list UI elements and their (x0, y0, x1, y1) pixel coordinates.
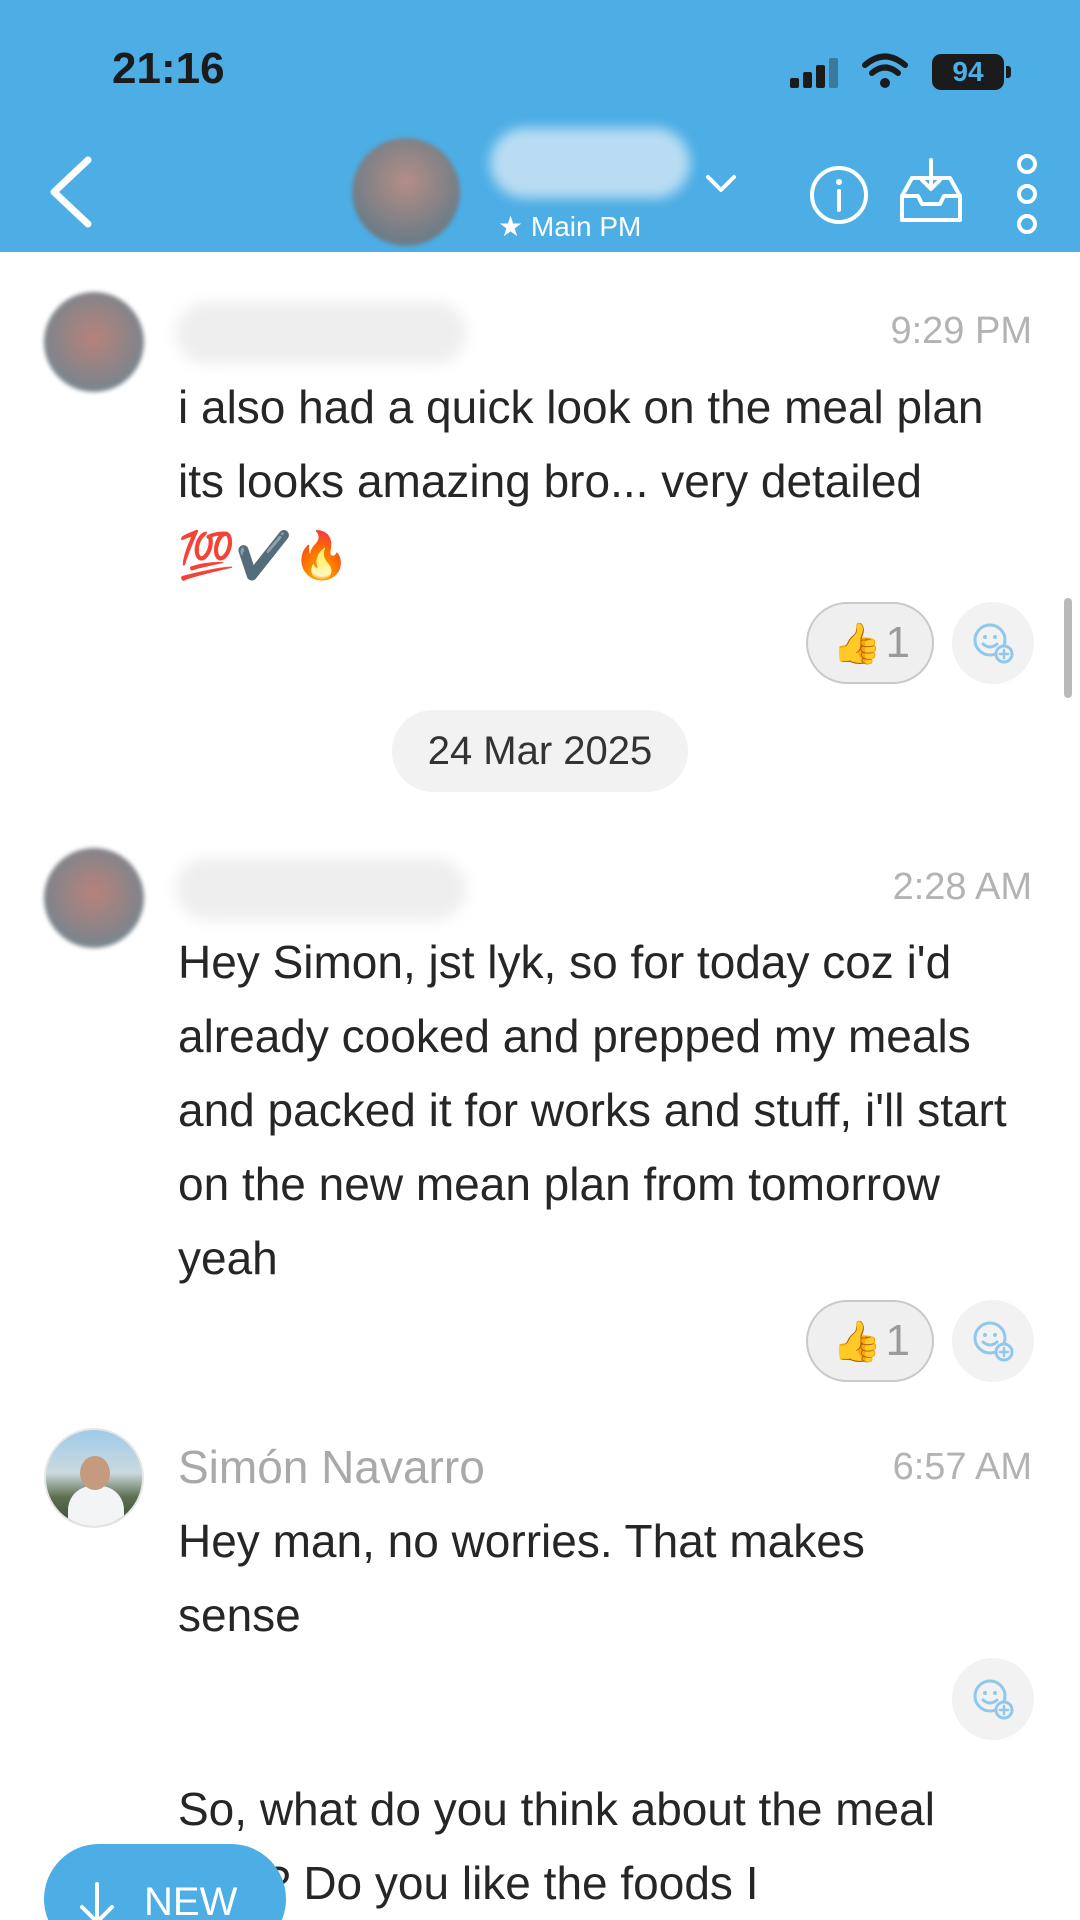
message-text: So, what do you think about the meal pla… (178, 1783, 935, 1909)
avatar-photo-face (80, 1456, 110, 1490)
sender-name-redacted (176, 858, 466, 920)
status-time: 21:16 (112, 44, 225, 93)
chat-header: 21:16 94 ★ Main PM (0, 0, 1080, 252)
reaction-count: 1 (885, 1316, 910, 1365)
message-text: Hey Simon, jst lyk, so for today coz i'd… (178, 936, 1007, 1284)
add-reaction-icon (973, 623, 1014, 664)
add-reaction-button[interactable] (952, 1658, 1034, 1740)
contact-avatar[interactable] (352, 138, 460, 246)
reaction-count: 1 (885, 618, 910, 667)
add-reaction-icon (973, 1321, 1014, 1362)
more-options-icon[interactable] (1012, 152, 1042, 236)
battery-indicator: 94 (932, 54, 1011, 90)
reaction-chip[interactable]: 👍 1 (806, 602, 934, 684)
sender-avatar[interactable] (44, 848, 144, 948)
thumbs-up-icon: 👍 (832, 622, 882, 666)
inbox-download-icon[interactable] (896, 158, 966, 228)
avatar-photo-shirt (68, 1486, 124, 1526)
arrow-down-icon (80, 1882, 114, 1920)
reaction-chip[interactable]: 👍 1 (806, 1300, 934, 1382)
new-messages-label: NEW (144, 1880, 238, 1920)
add-reaction-button[interactable] (952, 1300, 1034, 1382)
add-reaction-button[interactable] (952, 602, 1034, 684)
coach-avatar[interactable] (44, 1428, 144, 1528)
message-time: 2:28 AM (892, 866, 1032, 908)
message-time: 9:29 PM (890, 310, 1032, 352)
contact-name-redacted[interactable] (490, 128, 690, 198)
sender-avatar[interactable] (44, 292, 144, 392)
message-text: i also had a quick look on the meal plan… (178, 381, 984, 581)
cellular-signal-icon (790, 58, 842, 88)
info-icon[interactable] (808, 164, 870, 226)
date-separator: 24 Mar 2025 (392, 710, 688, 792)
chevron-down-icon[interactable] (704, 172, 738, 196)
wifi-icon (862, 53, 908, 88)
add-reaction-icon (973, 1679, 1014, 1720)
sender-name: Simón Navarro (178, 1441, 485, 1493)
message-time: 6:57 AM (892, 1446, 1032, 1488)
conversation-subtitle: ★ Main PM (498, 211, 642, 242)
thumbs-up-icon: 👍 (832, 1320, 882, 1364)
message-text: Hey man, no worries. That makes sense (178, 1515, 865, 1641)
sender-name-redacted (176, 302, 466, 364)
back-arrow-icon[interactable] (44, 154, 96, 230)
new-messages-button[interactable]: NEW (44, 1844, 286, 1920)
scrollbar[interactable] (1064, 598, 1072, 698)
